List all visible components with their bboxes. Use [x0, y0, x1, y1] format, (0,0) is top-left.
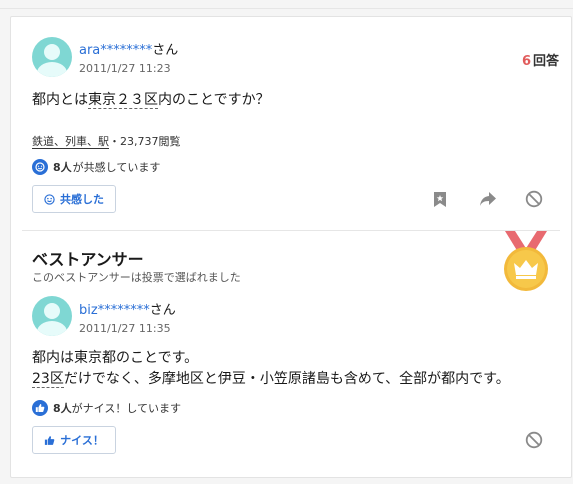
section-divider	[22, 230, 560, 231]
question-meta: 鉄道、列車、駅・23,737閲覧	[32, 135, 181, 149]
nice-button[interactable]: ナイス！	[32, 426, 116, 454]
page-top-strip	[0, 0, 573, 9]
empathy-icon	[32, 159, 48, 175]
empathy-button[interactable]: 共感した	[32, 185, 116, 213]
answer-count[interactable]: 6 回答	[522, 50, 559, 69]
best-answer-title: ベストアンサー	[32, 250, 144, 269]
answer-report-icon[interactable]	[524, 430, 544, 450]
question-date: 2011/1/27 11:23	[79, 62, 171, 75]
thumbs-up-button-icon	[45, 435, 55, 445]
answer-user-avatar[interactable]	[32, 296, 72, 336]
question-user-name[interactable]: ara********さん	[79, 39, 178, 58]
bookmark-icon[interactable]	[430, 189, 450, 209]
category-link[interactable]: 鉄道、列車、駅	[32, 135, 109, 149]
share-icon[interactable]	[478, 189, 498, 209]
best-answer-subtitle: このベストアンサーは投票で選ばれました	[32, 271, 241, 284]
empathy-summary: 8人 が共感しています	[32, 159, 160, 175]
view-count: 23,737閲覧	[120, 135, 181, 148]
best-answer-medal-icon	[504, 231, 548, 291]
question-keyword-link[interactable]: 東京２３区	[88, 92, 158, 109]
question-card: ara********さん 2011/1/27 11:23 6 回答 都内とは東京…	[10, 16, 572, 478]
answer-date: 2011/1/27 11:35	[79, 322, 171, 335]
nice-summary: 8人 がナイス！しています	[32, 400, 181, 416]
question-text: 都内とは東京２３区内のことですか？	[32, 92, 270, 109]
thumbs-up-icon	[32, 400, 48, 416]
report-icon[interactable]	[524, 189, 544, 209]
answer-keyword-link[interactable]: 23区	[32, 371, 64, 388]
answer-text: 都内は東京都のことです。 23区だけでなく、多摩地区と伊豆・小笠原諸島も含めて、…	[32, 350, 510, 388]
answer-user-name[interactable]: biz********さん	[79, 299, 176, 318]
question-user-avatar[interactable]	[32, 37, 72, 77]
smile-icon	[44, 193, 55, 205]
